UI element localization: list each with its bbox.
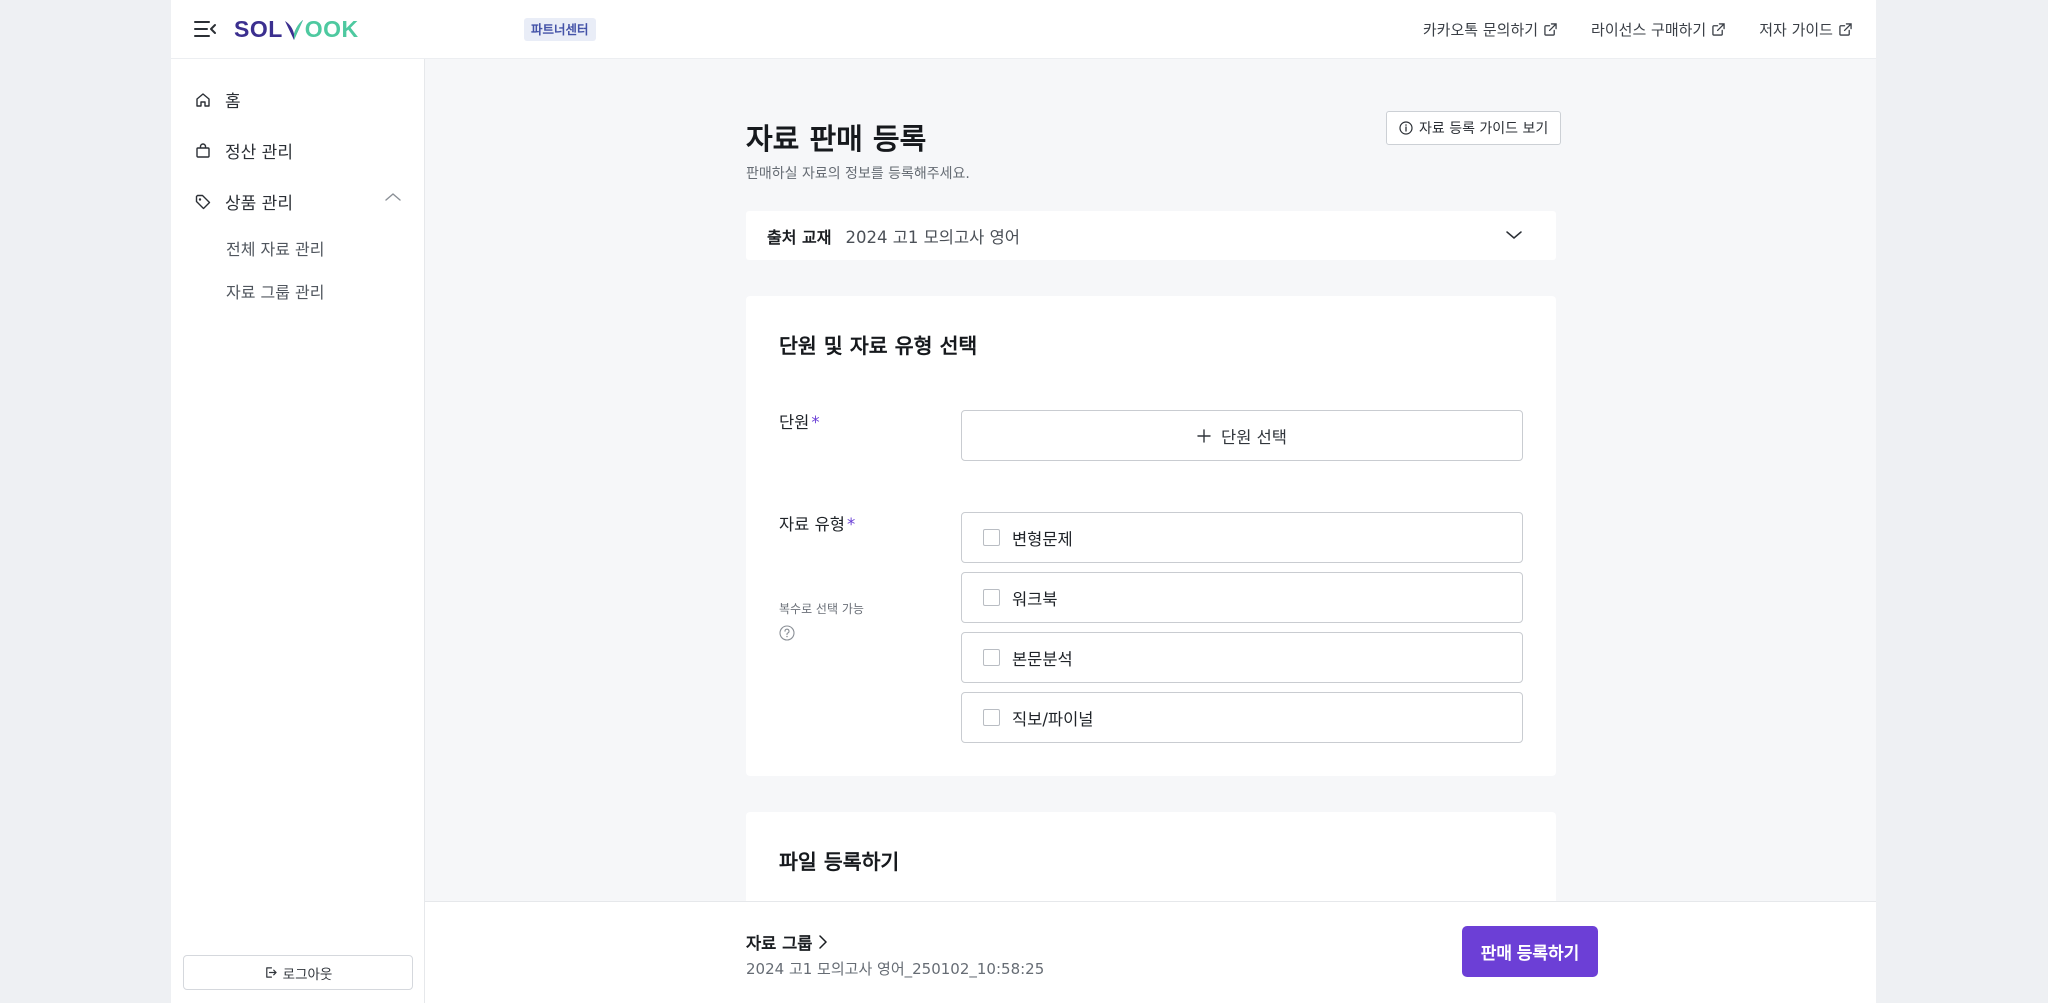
type-option-label: 워크북 — [1012, 589, 1058, 609]
group-link-label: 자료 그룹 — [746, 934, 813, 953]
chevron-up-icon[interactable] — [385, 192, 401, 202]
solbook-logo[interactable]: SOL OOK — [234, 16, 359, 43]
section-title: 단원 및 자료 유형 선택 — [779, 334, 978, 358]
sidebar: 홈 정산 관리 상품 관리 전체 자료 관리 자료 그룹 관리 로그아웃 — [171, 59, 425, 1003]
license-purchase-link[interactable]: 라이선스 구매하기 — [1591, 19, 1725, 40]
type-field-label: 자료 유형 * — [779, 511, 855, 535]
section-title: 파일 등록하기 — [779, 850, 900, 874]
help-icon[interactable] — [779, 625, 795, 641]
logout-label: 로그아웃 — [282, 966, 333, 983]
unit-field-label: 단원 * — [779, 409, 820, 433]
main-content: 자료 판매 등록 판매하실 자료의 정보를 등록해주세요. 자료 등록 가이드 … — [425, 59, 1876, 1003]
type-option-variant-questions[interactable]: 변형문제 — [961, 512, 1523, 563]
page-title: 자료 판매 등록 — [746, 122, 927, 156]
checkbox[interactable] — [983, 589, 1000, 606]
checkbox[interactable] — [983, 649, 1000, 666]
kakao-inquiry-link[interactable]: 카카오톡 문의하기 — [1423, 19, 1557, 40]
partner-center-badge: 파트너센터 — [524, 18, 596, 41]
plus-icon — [1197, 428, 1211, 443]
sidebar-item-label: 정산 관리 — [225, 143, 293, 163]
sidebar-subitem-all-materials[interactable]: 전체 자료 관리 — [226, 236, 325, 260]
tag-icon — [195, 194, 211, 209]
external-link-icon — [1544, 23, 1557, 36]
required-mark: * — [811, 413, 820, 432]
type-option-label: 본문분석 — [1012, 649, 1073, 669]
material-group-name: 2024 고1 모의고사 영어_250102_10:58:25 — [746, 960, 1045, 978]
required-mark: * — [846, 515, 856, 534]
external-link-icon — [1712, 23, 1725, 36]
home-icon — [196, 92, 210, 107]
external-link-icon — [1839, 23, 1852, 36]
unit-label-text: 단원 — [779, 413, 810, 432]
type-option-label: 변형문제 — [1012, 529, 1073, 549]
top-header: SOL OOK 파트너센터 카카오톡 문의하기 라이선스 구매하기 저자 가이드 — [171, 0, 1876, 59]
logout-icon — [265, 967, 277, 978]
logo-text-secondary: OOK — [304, 16, 359, 42]
header-link-label: 카카오톡 문의하기 — [1422, 21, 1539, 39]
source-label: 출처 교재 — [767, 227, 832, 247]
author-guide-link[interactable]: 저자 가이드 — [1759, 19, 1852, 40]
type-option-text-analysis[interactable]: 본문분석 — [961, 632, 1523, 683]
type-label-text: 자료 유형 — [779, 515, 845, 534]
sidebar-item-label: 상품 관리 — [225, 194, 293, 214]
submit-sale-button[interactable]: 판매 등록하기 — [1462, 926, 1598, 977]
unit-select-button[interactable]: 단원 선택 — [961, 410, 1523, 461]
registration-guide-button[interactable]: 자료 등록 가이드 보기 — [1386, 111, 1562, 145]
checkbox[interactable] — [983, 529, 1000, 546]
guide-button-label: 자료 등록 가이드 보기 — [1419, 121, 1549, 137]
header-link-label: 라이선스 구매하기 — [1591, 21, 1707, 39]
type-option-final[interactable]: 직보/파이널 — [961, 692, 1523, 743]
source-textbook-selector[interactable]: 출처 교재 2024 고1 모의고사 영어 — [746, 211, 1556, 260]
source-value: 2024 고1 모의고사 영어 — [845, 227, 1020, 247]
sidebar-item-settlement[interactable]: 정산 관리 — [195, 138, 293, 163]
checkbox[interactable] — [983, 709, 1000, 726]
bottom-action-bar: 자료 그룹 2024 고1 모의고사 영어_250102_10:58:25 판매… — [425, 901, 1876, 1003]
type-option-workbook[interactable]: 워크북 — [961, 572, 1523, 623]
page-subtitle: 판매하실 자료의 정보를 등록해주세요. — [746, 166, 970, 182]
type-option-label: 직보/파이널 — [1012, 709, 1094, 729]
logo-text-primary: SOL — [234, 16, 283, 42]
menu-collapse-icon[interactable] — [193, 18, 217, 40]
sidebar-item-label: 홈 — [225, 92, 241, 112]
header-link-label: 저자 가이드 — [1759, 21, 1833, 39]
sidebar-item-home[interactable]: 홈 — [195, 87, 241, 112]
unit-type-section: 단원 및 자료 유형 선택 단원 * 단원 선택 자료 유형 * 복수로 선택 가능 — [746, 296, 1556, 776]
app-window: SOL OOK 파트너센터 카카오톡 문의하기 라이선스 구매하기 저자 가이드… — [171, 0, 1876, 1003]
header-links: 카카오톡 문의하기 라이선스 구매하기 저자 가이드 — [1423, 0, 1852, 59]
chevron-down-icon — [1506, 231, 1522, 239]
unit-select-label: 단원 선택 — [1221, 427, 1287, 447]
logout-button[interactable]: 로그아웃 — [183, 955, 413, 990]
sidebar-subitem-material-groups[interactable]: 자료 그룹 관리 — [226, 279, 325, 303]
info-icon — [1399, 121, 1413, 135]
bag-icon — [196, 142, 210, 158]
chevron-right-icon — [819, 935, 828, 949]
type-field-hint-text: 복수로 선택 가능 — [779, 602, 864, 616]
material-group-link[interactable]: 자료 그룹 — [746, 930, 828, 954]
logo-leaf-icon — [284, 19, 303, 40]
sidebar-item-products[interactable]: 상품 관리 — [195, 189, 293, 214]
